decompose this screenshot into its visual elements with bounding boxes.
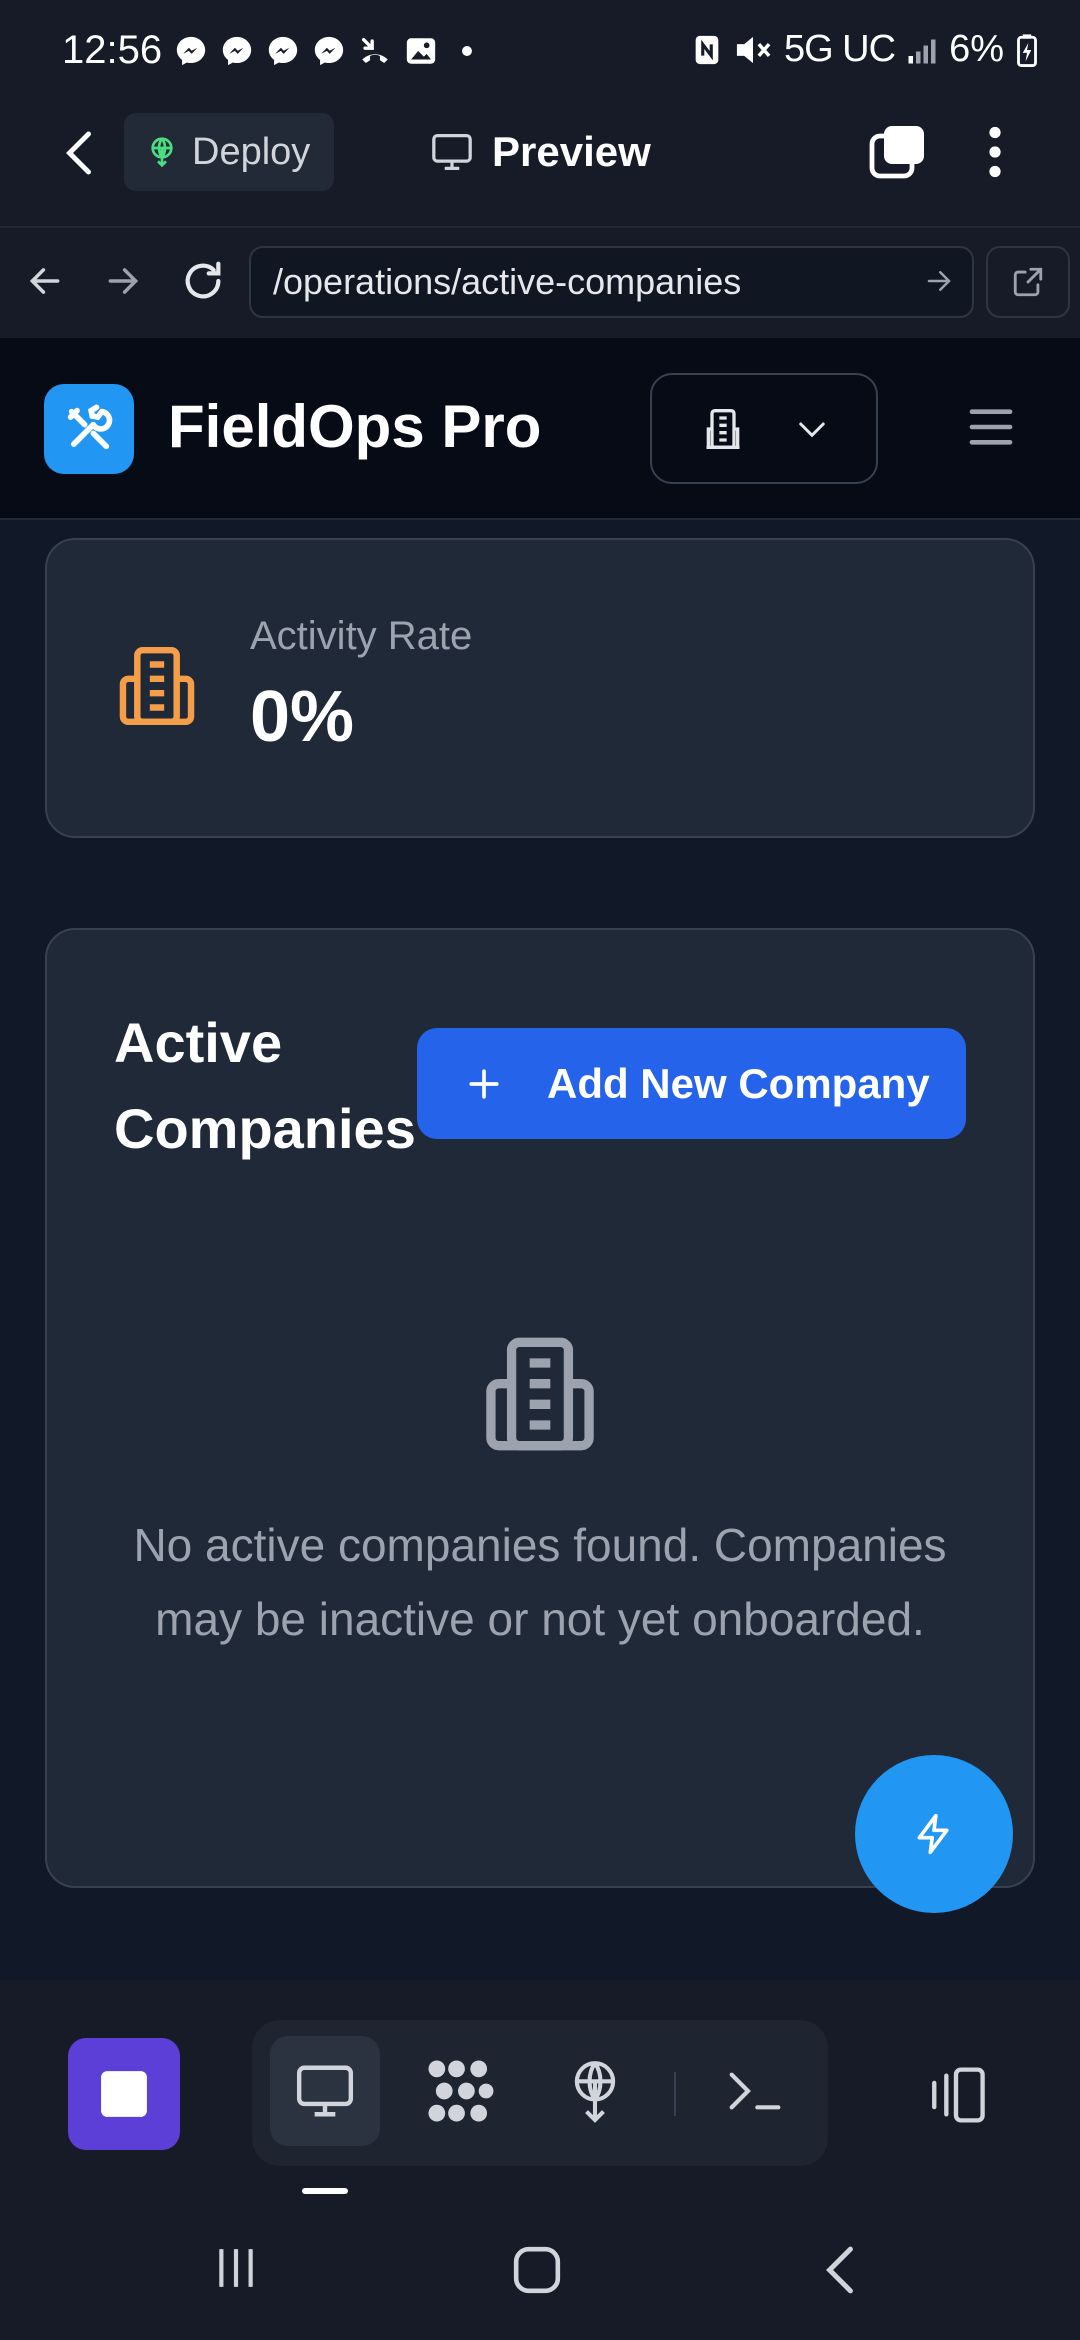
- deploy-icon: [146, 134, 178, 170]
- home-icon[interactable]: [512, 2245, 562, 2295]
- activity-rate-value: 0%: [250, 677, 355, 757]
- browser-back-icon[interactable]: [26, 262, 64, 300]
- status-time: 12:56: [62, 28, 163, 72]
- signal-icon: [907, 35, 937, 65]
- add-company-label: Add New Company: [547, 1059, 930, 1107]
- building-icon: [114, 643, 200, 729]
- messenger-icon: [310, 32, 348, 70]
- tabs-switcher-icon[interactable]: [868, 124, 928, 180]
- tool-preview[interactable]: [270, 2036, 380, 2146]
- go-arrow-icon[interactable]: [924, 266, 954, 296]
- deploy-button[interactable]: Deploy: [124, 113, 334, 191]
- quick-action-button[interactable]: [855, 1755, 1013, 1913]
- messenger-icon: [218, 32, 256, 70]
- back-button[interactable]: [60, 130, 98, 176]
- active-tool-indicator: [302, 2188, 348, 2194]
- tool-divider: [674, 2072, 676, 2116]
- app-logo: [44, 384, 134, 474]
- status-bar: 12:56 5G UC 6%: [0, 0, 1080, 104]
- deploy-icon: [566, 2058, 624, 2124]
- system-back-icon[interactable]: [824, 2245, 856, 2295]
- preview-label: Preview: [492, 128, 651, 175]
- section-title: Active Companies: [114, 1011, 416, 1160]
- plus-icon: [467, 1067, 501, 1101]
- battery-percent: 6%: [949, 28, 1004, 70]
- lightning-icon: [912, 1812, 956, 1856]
- activity-rate-label: Activity Rate: [250, 614, 473, 658]
- messenger-icon: [264, 32, 302, 70]
- reload-icon[interactable]: [180, 258, 226, 304]
- recent-apps-icon[interactable]: [214, 2245, 258, 2291]
- device-frame-icon[interactable]: [924, 2066, 988, 2124]
- dots-cluster-icon: [424, 2059, 494, 2123]
- chevron-down-icon: [797, 419, 827, 439]
- nfc-icon: [692, 33, 722, 67]
- url-text: /operations/active-companies: [273, 261, 742, 302]
- building-icon: [701, 407, 745, 451]
- url-input[interactable]: /operations/active-companies: [249, 246, 974, 318]
- tab-preview[interactable]: Preview: [430, 128, 651, 176]
- company-selector[interactable]: [650, 373, 878, 484]
- terminal-icon: [727, 2069, 783, 2113]
- app-name: FieldOps Pro: [168, 393, 542, 460]
- open-external-button[interactable]: [986, 246, 1070, 318]
- empty-building-icon: [478, 1332, 602, 1456]
- add-company-button[interactable]: Add New Company: [417, 1028, 966, 1139]
- stop-icon: [99, 2069, 149, 2119]
- empty-state-message: No active companies found. Companies may…: [133, 1519, 947, 1645]
- messenger-icon: [172, 32, 210, 70]
- tool-console[interactable]: [700, 2036, 810, 2146]
- missed-call-icon: [356, 32, 394, 70]
- battery-charging-icon: [1016, 33, 1038, 67]
- more-options-icon[interactable]: [988, 126, 1002, 178]
- notification-icons: [172, 32, 486, 70]
- external-link-icon: [1011, 265, 1045, 299]
- menu-icon[interactable]: [968, 406, 1014, 448]
- tool-integrations[interactable]: [404, 2036, 514, 2146]
- browser-forward-icon[interactable]: [104, 262, 142, 300]
- tool-deploy[interactable]: [540, 2036, 650, 2146]
- monitor-icon: [294, 2062, 356, 2120]
- monitor-icon: [430, 132, 474, 172]
- deploy-label: Deploy: [192, 130, 311, 173]
- dot-icon: [448, 32, 486, 70]
- network-label: 5G UC: [783, 28, 896, 70]
- mute-icon: [734, 32, 772, 68]
- tools-icon: [63, 403, 115, 455]
- image-icon: [402, 32, 440, 70]
- stop-button[interactable]: [68, 2038, 180, 2150]
